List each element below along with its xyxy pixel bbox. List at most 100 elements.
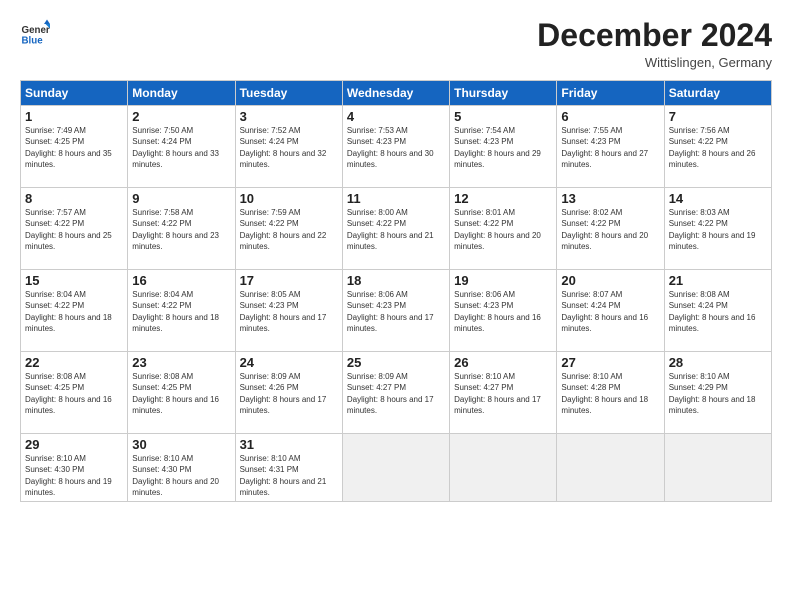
calendar-day-cell: 28Sunrise: 8:10 AMSunset: 4:29 PMDayligh… [664, 352, 771, 434]
day-info: Sunrise: 7:52 AMSunset: 4:24 PMDaylight:… [240, 125, 338, 170]
day-number: 15 [25, 273, 123, 288]
calendar-day-cell [664, 434, 771, 502]
day-number: 20 [561, 273, 659, 288]
calendar-day-cell: 25Sunrise: 8:09 AMSunset: 4:27 PMDayligh… [342, 352, 449, 434]
calendar-day-cell: 8Sunrise: 7:57 AMSunset: 4:22 PMDaylight… [21, 188, 128, 270]
day-number: 18 [347, 273, 445, 288]
day-info: Sunrise: 8:04 AMSunset: 4:22 PMDaylight:… [25, 289, 123, 334]
calendar-day-header: Friday [557, 81, 664, 106]
calendar-day-cell: 16Sunrise: 8:04 AMSunset: 4:22 PMDayligh… [128, 270, 235, 352]
calendar-day-cell: 31Sunrise: 8:10 AMSunset: 4:31 PMDayligh… [235, 434, 342, 502]
calendar-day-cell: 24Sunrise: 8:09 AMSunset: 4:26 PMDayligh… [235, 352, 342, 434]
calendar: SundayMondayTuesdayWednesdayThursdayFrid… [20, 80, 772, 502]
calendar-day-cell: 23Sunrise: 8:08 AMSunset: 4:25 PMDayligh… [128, 352, 235, 434]
day-number: 8 [25, 191, 123, 206]
calendar-day-cell [342, 434, 449, 502]
calendar-day-cell: 22Sunrise: 8:08 AMSunset: 4:25 PMDayligh… [21, 352, 128, 434]
calendar-day-cell: 30Sunrise: 8:10 AMSunset: 4:30 PMDayligh… [128, 434, 235, 502]
day-info: Sunrise: 8:10 AMSunset: 4:28 PMDaylight:… [561, 371, 659, 416]
day-info: Sunrise: 8:09 AMSunset: 4:26 PMDaylight:… [240, 371, 338, 416]
day-number: 28 [669, 355, 767, 370]
day-number: 22 [25, 355, 123, 370]
logo-icon: General Blue [20, 18, 50, 48]
calendar-day-header: Wednesday [342, 81, 449, 106]
calendar-day-cell: 6Sunrise: 7:55 AMSunset: 4:23 PMDaylight… [557, 106, 664, 188]
day-number: 26 [454, 355, 552, 370]
day-number: 21 [669, 273, 767, 288]
day-number: 19 [454, 273, 552, 288]
day-number: 10 [240, 191, 338, 206]
day-info: Sunrise: 8:10 AMSunset: 4:29 PMDaylight:… [669, 371, 767, 416]
calendar-day-header: Tuesday [235, 81, 342, 106]
calendar-day-cell: 9Sunrise: 7:58 AMSunset: 4:22 PMDaylight… [128, 188, 235, 270]
calendar-day-header: Thursday [450, 81, 557, 106]
day-info: Sunrise: 8:04 AMSunset: 4:22 PMDaylight:… [132, 289, 230, 334]
calendar-day-cell: 26Sunrise: 8:10 AMSunset: 4:27 PMDayligh… [450, 352, 557, 434]
day-info: Sunrise: 7:53 AMSunset: 4:23 PMDaylight:… [347, 125, 445, 170]
calendar-day-cell [557, 434, 664, 502]
day-info: Sunrise: 7:56 AMSunset: 4:22 PMDaylight:… [669, 125, 767, 170]
calendar-day-cell: 15Sunrise: 8:04 AMSunset: 4:22 PMDayligh… [21, 270, 128, 352]
logo: General Blue [20, 18, 50, 48]
day-info: Sunrise: 8:00 AMSunset: 4:22 PMDaylight:… [347, 207, 445, 252]
day-number: 13 [561, 191, 659, 206]
calendar-header-row: SundayMondayTuesdayWednesdayThursdayFrid… [21, 81, 772, 106]
day-info: Sunrise: 8:08 AMSunset: 4:25 PMDaylight:… [132, 371, 230, 416]
calendar-day-cell: 5Sunrise: 7:54 AMSunset: 4:23 PMDaylight… [450, 106, 557, 188]
calendar-day-cell: 4Sunrise: 7:53 AMSunset: 4:23 PMDaylight… [342, 106, 449, 188]
day-number: 6 [561, 109, 659, 124]
day-info: Sunrise: 7:55 AMSunset: 4:23 PMDaylight:… [561, 125, 659, 170]
day-info: Sunrise: 7:54 AMSunset: 4:23 PMDaylight:… [454, 125, 552, 170]
day-number: 24 [240, 355, 338, 370]
calendar-day-header: Sunday [21, 81, 128, 106]
day-info: Sunrise: 7:59 AMSunset: 4:22 PMDaylight:… [240, 207, 338, 252]
calendar-day-cell: 2Sunrise: 7:50 AMSunset: 4:24 PMDaylight… [128, 106, 235, 188]
calendar-day-cell: 14Sunrise: 8:03 AMSunset: 4:22 PMDayligh… [664, 188, 771, 270]
day-info: Sunrise: 8:06 AMSunset: 4:23 PMDaylight:… [454, 289, 552, 334]
day-info: Sunrise: 7:49 AMSunset: 4:25 PMDaylight:… [25, 125, 123, 170]
day-number: 9 [132, 191, 230, 206]
calendar-day-cell: 11Sunrise: 8:00 AMSunset: 4:22 PMDayligh… [342, 188, 449, 270]
day-number: 27 [561, 355, 659, 370]
day-number: 11 [347, 191, 445, 206]
month-title: December 2024 [537, 18, 772, 53]
day-number: 12 [454, 191, 552, 206]
calendar-day-cell: 21Sunrise: 8:08 AMSunset: 4:24 PMDayligh… [664, 270, 771, 352]
day-info: Sunrise: 8:06 AMSunset: 4:23 PMDaylight:… [347, 289, 445, 334]
calendar-body: 1Sunrise: 7:49 AMSunset: 4:25 PMDaylight… [21, 106, 772, 502]
day-info: Sunrise: 8:01 AMSunset: 4:22 PMDaylight:… [454, 207, 552, 252]
day-info: Sunrise: 8:10 AMSunset: 4:27 PMDaylight:… [454, 371, 552, 416]
header: General Blue December 2024 Wittislingen,… [20, 18, 772, 70]
day-info: Sunrise: 8:08 AMSunset: 4:25 PMDaylight:… [25, 371, 123, 416]
calendar-day-header: Monday [128, 81, 235, 106]
day-info: Sunrise: 8:10 AMSunset: 4:30 PMDaylight:… [25, 453, 123, 498]
calendar-day-cell: 20Sunrise: 8:07 AMSunset: 4:24 PMDayligh… [557, 270, 664, 352]
day-info: Sunrise: 8:05 AMSunset: 4:23 PMDaylight:… [240, 289, 338, 334]
day-number: 31 [240, 437, 338, 452]
day-number: 1 [25, 109, 123, 124]
calendar-day-cell: 3Sunrise: 7:52 AMSunset: 4:24 PMDaylight… [235, 106, 342, 188]
calendar-day-cell: 7Sunrise: 7:56 AMSunset: 4:22 PMDaylight… [664, 106, 771, 188]
day-info: Sunrise: 7:58 AMSunset: 4:22 PMDaylight:… [132, 207, 230, 252]
calendar-day-cell: 18Sunrise: 8:06 AMSunset: 4:23 PMDayligh… [342, 270, 449, 352]
day-number: 3 [240, 109, 338, 124]
calendar-day-cell: 19Sunrise: 8:06 AMSunset: 4:23 PMDayligh… [450, 270, 557, 352]
calendar-day-header: Saturday [664, 81, 771, 106]
day-number: 7 [669, 109, 767, 124]
calendar-day-cell: 27Sunrise: 8:10 AMSunset: 4:28 PMDayligh… [557, 352, 664, 434]
calendar-week-row: 8Sunrise: 7:57 AMSunset: 4:22 PMDaylight… [21, 188, 772, 270]
calendar-week-row: 22Sunrise: 8:08 AMSunset: 4:25 PMDayligh… [21, 352, 772, 434]
calendar-day-cell: 1Sunrise: 7:49 AMSunset: 4:25 PMDaylight… [21, 106, 128, 188]
calendar-day-cell: 17Sunrise: 8:05 AMSunset: 4:23 PMDayligh… [235, 270, 342, 352]
day-number: 5 [454, 109, 552, 124]
calendar-week-row: 1Sunrise: 7:49 AMSunset: 4:25 PMDaylight… [21, 106, 772, 188]
title-block: December 2024 Wittislingen, Germany [537, 18, 772, 70]
day-info: Sunrise: 7:57 AMSunset: 4:22 PMDaylight:… [25, 207, 123, 252]
day-number: 30 [132, 437, 230, 452]
day-info: Sunrise: 8:10 AMSunset: 4:31 PMDaylight:… [240, 453, 338, 498]
day-number: 23 [132, 355, 230, 370]
calendar-day-cell: 10Sunrise: 7:59 AMSunset: 4:22 PMDayligh… [235, 188, 342, 270]
calendar-day-cell: 13Sunrise: 8:02 AMSunset: 4:22 PMDayligh… [557, 188, 664, 270]
day-info: Sunrise: 7:50 AMSunset: 4:24 PMDaylight:… [132, 125, 230, 170]
calendar-day-cell: 29Sunrise: 8:10 AMSunset: 4:30 PMDayligh… [21, 434, 128, 502]
